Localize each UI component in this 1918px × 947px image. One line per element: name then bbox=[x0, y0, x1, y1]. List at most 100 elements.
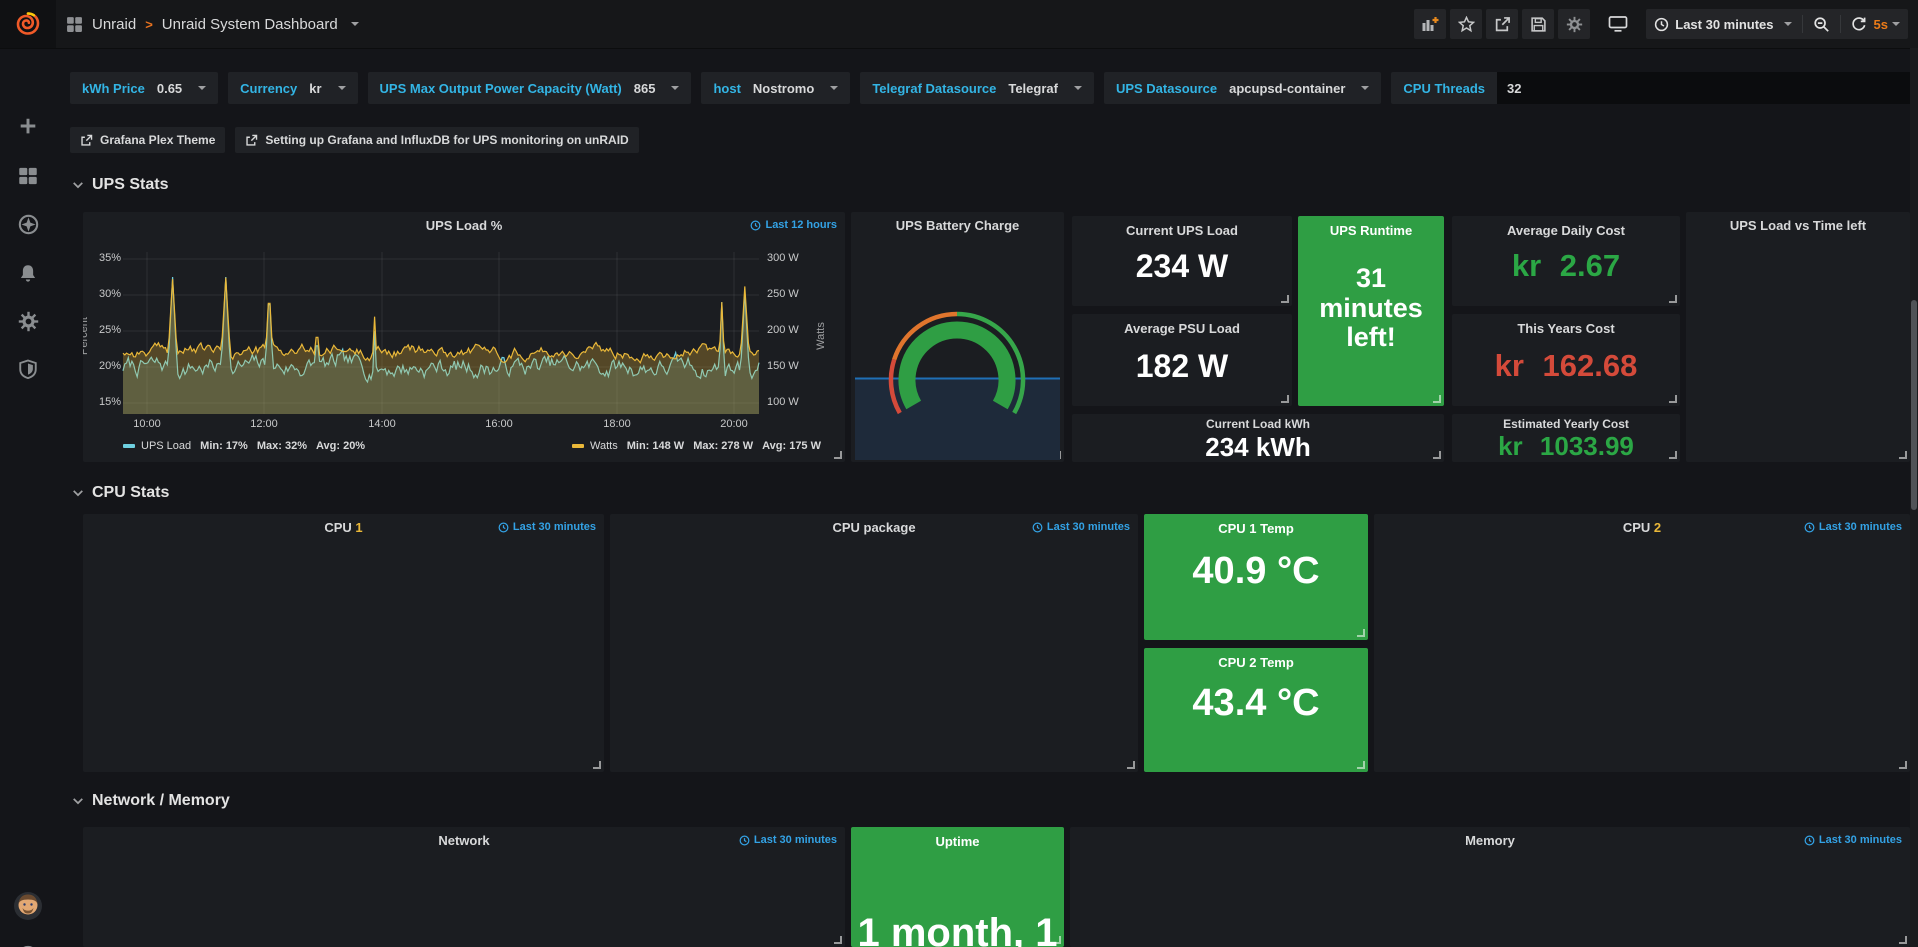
y-axis-label-right: Watts bbox=[815, 322, 827, 350]
stat-value: 234 kWh bbox=[1072, 432, 1444, 462]
panel-title[interactable]: Current UPS Load bbox=[1072, 223, 1292, 238]
panel-title[interactable]: Current Load kWh bbox=[1072, 417, 1444, 431]
link-ups-monitoring-guide[interactable]: Setting up Grafana and InfluxDB for UPS … bbox=[235, 127, 638, 153]
variable-ups-max-output[interactable]: UPS Max Output Power Capacity (Watt) 865 bbox=[368, 72, 692, 104]
sidebar-help-button[interactable]: ? bbox=[0, 936, 56, 947]
timerange-label: Last 30 minutes bbox=[1047, 521, 1130, 533]
alerts-bell-icon bbox=[18, 263, 38, 283]
star-button[interactable] bbox=[1450, 9, 1482, 39]
sidebar-alerting-button[interactable] bbox=[0, 253, 56, 293]
panel-ups-battery-charge: UPS Battery Charge bbox=[851, 212, 1064, 462]
panel-title[interactable]: UPS Battery Charge bbox=[851, 218, 1064, 233]
panel-title[interactable]: UPS Load vs Time left bbox=[1686, 218, 1910, 233]
panel-title[interactable]: Average Daily Cost bbox=[1452, 223, 1680, 238]
chevron-down-icon bbox=[72, 179, 84, 191]
refresh-interval-label: 5s bbox=[1874, 17, 1888, 32]
time-range-picker[interactable]: Last 30 minutes bbox=[1654, 17, 1791, 32]
variable-label: UPS Datasource bbox=[1116, 81, 1217, 96]
cycle-view-button[interactable] bbox=[1602, 9, 1634, 39]
variable-currency[interactable]: Currency kr bbox=[228, 72, 357, 104]
breadcrumb-dashboard-title[interactable]: Unraid System Dashboard bbox=[162, 16, 338, 33]
clock-icon bbox=[1804, 522, 1815, 533]
legend-series-watts[interactable]: WattsMin: 148 WMax: 278 WAvg: 175 W bbox=[572, 440, 821, 452]
panel-title[interactable]: Network bbox=[83, 833, 845, 848]
page-scrollbar[interactable] bbox=[1910, 48, 1918, 947]
section-ups-stats[interactable]: UPS Stats bbox=[72, 176, 168, 194]
panel-title[interactable]: Memory bbox=[1070, 833, 1910, 848]
clock-icon bbox=[1654, 17, 1669, 32]
panel-title[interactable]: Average PSU Load bbox=[1072, 321, 1292, 336]
dashboard-settings-button[interactable] bbox=[1558, 9, 1590, 39]
settings-gear-icon bbox=[18, 311, 39, 332]
axis-tick: 150 W bbox=[767, 360, 807, 372]
sidebar-server-admin-button[interactable] bbox=[0, 349, 56, 389]
variable-label: CPU Threads bbox=[1403, 81, 1485, 96]
panel-title[interactable]: UPS Runtime bbox=[1298, 223, 1444, 238]
stat-panel-cpu2-temp: CPU 2 Temp 43.4 °C bbox=[1144, 648, 1368, 772]
chevron-down-icon bbox=[1361, 86, 1369, 90]
star-icon bbox=[1458, 16, 1475, 33]
cpu-threads-input[interactable] bbox=[1497, 72, 1918, 104]
dashboard-grid-icon[interactable] bbox=[66, 16, 83, 33]
chevron-down-icon bbox=[1784, 22, 1792, 26]
variable-kwh-price[interactable]: kWh Price 0.65 bbox=[70, 72, 218, 104]
save-button[interactable] bbox=[1522, 9, 1554, 39]
sidebar-configuration-button[interactable] bbox=[0, 301, 56, 341]
panel-title[interactable]: This Years Cost bbox=[1452, 321, 1680, 336]
gear-icon bbox=[1566, 16, 1583, 33]
section-title: CPU Stats bbox=[92, 484, 169, 502]
variable-value: 0.65 bbox=[157, 81, 182, 96]
sidebar-dashboards-button[interactable] bbox=[0, 156, 56, 196]
user-avatar[interactable] bbox=[0, 886, 56, 926]
panel-title[interactable]: UPS Load % bbox=[83, 218, 845, 233]
variable-value: 865 bbox=[634, 81, 656, 96]
panel-timerange[interactable]: Last 30 minutes bbox=[1032, 521, 1130, 533]
panel-timerange[interactable]: Last 30 minutes bbox=[1804, 521, 1902, 533]
clock-icon bbox=[1804, 835, 1815, 846]
zoom-out-button[interactable] bbox=[1813, 16, 1830, 33]
save-icon bbox=[1530, 16, 1547, 33]
panel-title[interactable]: CPU 1 Temp bbox=[1144, 521, 1368, 536]
link-grafana-plex-theme[interactable]: Grafana Plex Theme bbox=[70, 127, 225, 153]
chevron-down-icon bbox=[1892, 22, 1900, 26]
axis-tick: 15% bbox=[87, 396, 121, 408]
y-axis-label-left: Percent bbox=[83, 317, 90, 355]
panel-timerange[interactable]: Last 30 minutes bbox=[1804, 834, 1902, 846]
panel-title[interactable]: CPU 2 Temp bbox=[1144, 655, 1368, 670]
panel-timerange[interactable]: Last 12 hours bbox=[750, 219, 837, 231]
scrollbar-thumb[interactable] bbox=[1911, 300, 1917, 510]
top-navbar: Unraid > Unraid System Dashboard bbox=[0, 0, 1918, 49]
legend-series-ups-load[interactable]: UPS LoadMin: 17%Max: 32%Avg: 20% bbox=[123, 440, 365, 452]
time-controls: Last 30 minutes bbox=[1646, 9, 1908, 39]
stat-value: kr 162.68 bbox=[1452, 348, 1680, 384]
chevron-down-icon[interactable] bbox=[351, 22, 359, 26]
variable-label: UPS Max Output Power Capacity (Watt) bbox=[380, 81, 622, 96]
section-cpu-stats[interactable]: CPU Stats bbox=[72, 484, 169, 502]
stat-panel-ups-runtime: UPS Runtime 31 minutes left! bbox=[1298, 216, 1444, 406]
breadcrumb-separator: > bbox=[145, 17, 153, 32]
variable-host[interactable]: host Nostromo bbox=[701, 72, 850, 104]
stat-value: kr 1033.99 bbox=[1452, 431, 1680, 462]
refresh-button[interactable] bbox=[1851, 16, 1867, 32]
stat-panel-cpu1-temp: CPU 1 Temp 40.9 °C bbox=[1144, 514, 1368, 640]
refresh-interval-dropdown[interactable]: 5s bbox=[1874, 17, 1900, 32]
add-panel-button[interactable] bbox=[1414, 9, 1446, 39]
section-network-memory[interactable]: Network / Memory bbox=[72, 792, 230, 810]
variable-telegraf-datasource[interactable]: Telegraf Datasource Telegraf bbox=[860, 72, 1094, 104]
breadcrumb-app[interactable]: Unraid bbox=[92, 16, 136, 33]
dashboards-icon bbox=[18, 166, 38, 186]
zoom-out-icon bbox=[1813, 16, 1830, 33]
chevron-down-icon bbox=[671, 86, 679, 90]
panel-title[interactable]: Uptime bbox=[851, 834, 1064, 849]
variable-ups-datasource[interactable]: UPS Datasource apcupsd-container bbox=[1104, 72, 1381, 104]
share-button[interactable] bbox=[1486, 9, 1518, 39]
grafana-logo-icon[interactable] bbox=[0, 0, 56, 48]
variable-value: Telegraf bbox=[1008, 81, 1058, 96]
panel-timerange[interactable]: Last 30 minutes bbox=[739, 834, 837, 846]
sidebar-create-button[interactable] bbox=[0, 106, 56, 146]
chevron-down-icon bbox=[72, 795, 84, 807]
panel-title[interactable]: Estimated Yearly Cost bbox=[1452, 417, 1680, 431]
panel-timerange[interactable]: Last 30 minutes bbox=[498, 521, 596, 533]
sidebar-explore-button[interactable] bbox=[0, 204, 56, 244]
link-label: Setting up Grafana and InfluxDB for UPS … bbox=[265, 133, 628, 147]
